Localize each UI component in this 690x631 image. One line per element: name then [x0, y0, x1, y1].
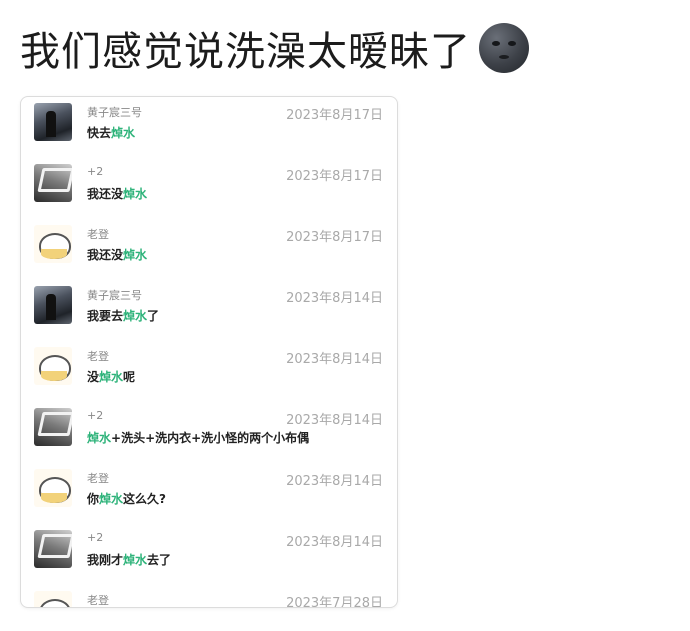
cat-avatar[interactable]: [34, 469, 72, 507]
message-text: 我还没焯水: [87, 248, 148, 262]
dark-figure-avatar[interactable]: [34, 286, 72, 324]
message-date: 2023年8月17日: [286, 169, 383, 184]
headline-text: 我们感觉说洗澡太暧昧了: [20, 29, 471, 75]
sender-name: 老登: [87, 594, 109, 607]
message-date: 2023年8月14日: [286, 474, 383, 489]
message-text: 没焯水呢: [87, 370, 136, 384]
highlighted-keyword: 焯水: [123, 309, 148, 323]
chat-row[interactable]: 老登 2023年8月14日 你焯水这么久?: [21, 463, 397, 525]
message-date: 2023年8月14日: [286, 413, 383, 428]
message-date: 2023年8月14日: [286, 352, 383, 367]
cat-avatar[interactable]: [34, 591, 72, 607]
chat-row[interactable]: 黄子宸三号 2023年8月14日 我要去焯水了: [21, 280, 397, 342]
message-date: 2023年8月14日: [286, 291, 383, 306]
chat-history-card: 黄子宸三号 2023年8月17日 快去焯水 +2 2023年8月17日 我还没焯…: [20, 96, 398, 608]
sender-name: 黄子宸三号: [87, 289, 142, 302]
sender-name: 老登: [87, 350, 109, 363]
highlighted-keyword: 焯水: [87, 431, 112, 445]
highlighted-keyword: 焯水: [123, 248, 148, 262]
highlighted-keyword: 焯水: [99, 492, 124, 506]
highlighted-keyword: 焯水: [99, 370, 124, 384]
dark-figure-avatar[interactable]: [34, 103, 72, 141]
message-text: 我刚才焯水去了: [87, 553, 172, 567]
chat-row[interactable]: 老登 2023年7月28日: [21, 585, 397, 608]
highlighted-keyword: 焯水: [111, 126, 136, 140]
highlighted-keyword: 焯水: [123, 553, 148, 567]
sender-name: 黄子宸三号: [87, 106, 142, 119]
message-text: 我还没焯水: [87, 187, 148, 201]
cat-avatar[interactable]: [34, 347, 72, 385]
sender-name: 老登: [87, 472, 109, 485]
chat-row[interactable]: +2 2023年8月14日 我刚才焯水去了: [21, 524, 397, 586]
message-date: 2023年7月28日: [286, 596, 383, 608]
message-date: 2023年8月14日: [286, 535, 383, 550]
post-headline: 我们感觉说洗澡太暧昧了: [20, 20, 529, 76]
sender-name: 老登: [87, 228, 109, 241]
message-date: 2023年8月17日: [286, 108, 383, 123]
grey-sketch-avatar[interactable]: [34, 164, 72, 202]
chat-row[interactable]: +2 2023年8月17日 我还没焯水: [21, 158, 397, 220]
message-text: 焯水+洗头+洗内衣+洗小怪的两个小布偶: [87, 431, 310, 445]
sender-name: +2: [87, 531, 104, 544]
chat-row[interactable]: +2 2023年8月14日 焯水+洗头+洗内衣+洗小怪的两个小布偶: [21, 402, 397, 464]
sender-name: +2: [87, 165, 104, 178]
grey-sketch-avatar[interactable]: [34, 408, 72, 446]
chat-row[interactable]: 老登 2023年8月14日 没焯水呢: [21, 341, 397, 403]
chat-row[interactable]: 黄子宸三号 2023年8月17日 快去焯水: [21, 97, 397, 159]
cat-avatar[interactable]: [34, 225, 72, 263]
message-text: 快去焯水: [87, 126, 136, 140]
sender-name: +2: [87, 409, 104, 422]
message-text: 你焯水这么久?: [87, 492, 166, 506]
message-date: 2023年8月17日: [286, 230, 383, 245]
highlighted-keyword: 焯水: [123, 187, 148, 201]
new-moon-face-icon: [479, 23, 529, 73]
grey-sketch-avatar[interactable]: [34, 530, 72, 568]
chat-row[interactable]: 老登 2023年8月17日 我还没焯水: [21, 219, 397, 281]
message-text: 我要去焯水了: [87, 309, 160, 323]
